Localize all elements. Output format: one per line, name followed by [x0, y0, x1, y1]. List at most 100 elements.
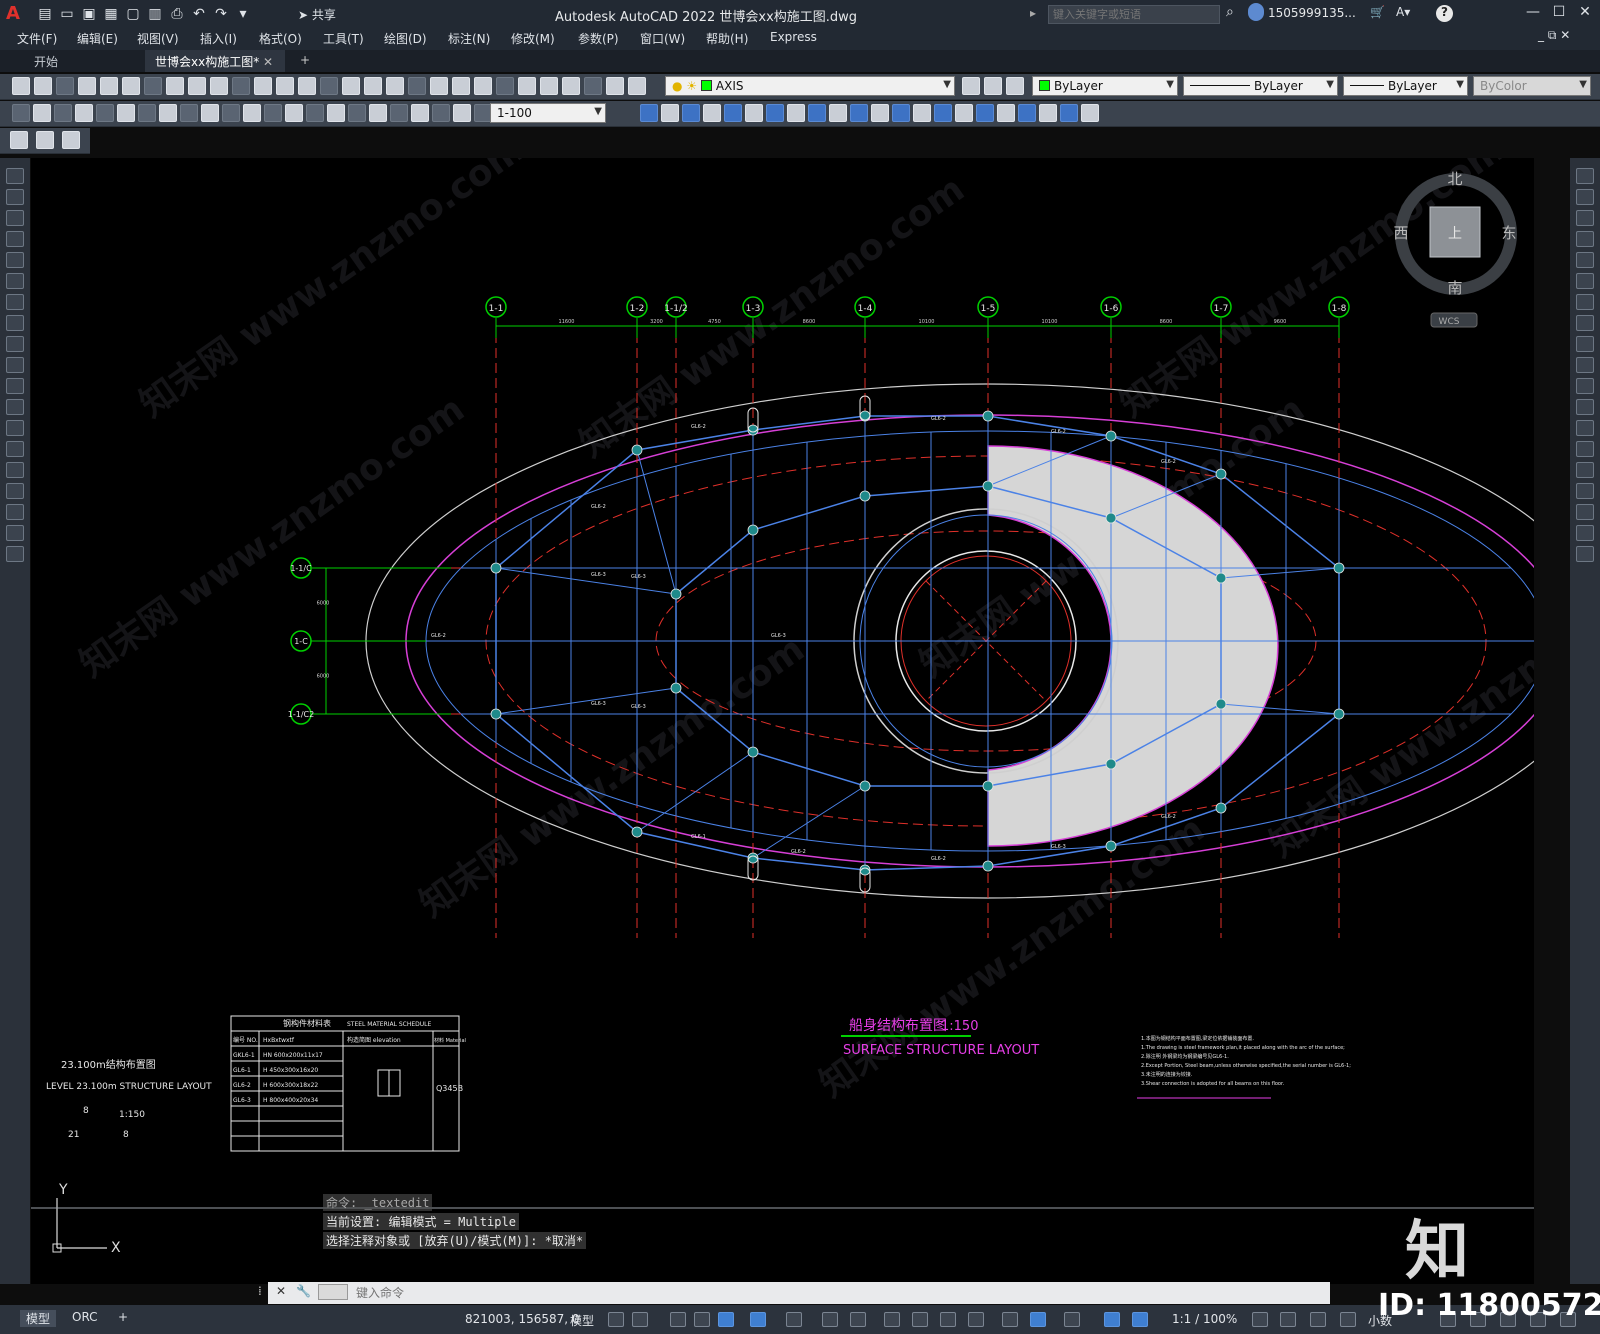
dimension-tool-icon-9[interactable]	[180, 104, 198, 122]
modify-side-tool-icon-7[interactable]	[1576, 294, 1594, 310]
modify-side-tool-icon-11[interactable]	[1576, 378, 1594, 394]
status-toggle-icon-6[interactable]	[750, 1312, 766, 1327]
plotstyle-dropdown[interactable]: ByColor ▼	[1473, 76, 1591, 96]
modify-tool-icon-7[interactable]	[766, 104, 784, 122]
status-toggle-icon-1[interactable]	[608, 1312, 624, 1327]
dimension-tool-icon-6[interactable]	[117, 104, 135, 122]
viewcube-south[interactable]: 南	[1447, 279, 1462, 297]
new-tab-button[interactable]: +	[290, 50, 320, 72]
standard-tool-icon-13[interactable]	[276, 77, 294, 95]
standard-tool-icon-16[interactable]	[342, 77, 360, 95]
draw-tool-icon-18[interactable]	[6, 525, 24, 541]
modify-tool-icon-5[interactable]	[724, 104, 742, 122]
help-icon[interactable]: ?	[1436, 5, 1453, 22]
standard-tool-icon-4[interactable]	[78, 77, 96, 95]
standard-tool-icon-10[interactable]	[210, 77, 228, 95]
status-toggle-icon-8[interactable]	[822, 1312, 838, 1327]
color-dropdown[interactable]: ByLayer ▼	[1032, 76, 1178, 96]
modify-tool-icon-18[interactable]	[997, 104, 1015, 122]
new-file-icon[interactable]: ▤	[36, 5, 54, 23]
modify-tool-icon-9[interactable]	[808, 104, 826, 122]
modify-tool-icon-12[interactable]	[871, 104, 889, 122]
status-toggle-icon-20[interactable]	[1280, 1312, 1296, 1327]
standard-tool-icon-19[interactable]	[408, 77, 426, 95]
modify-tool-icon-4[interactable]	[703, 104, 721, 122]
status-toggle-icon-16[interactable]	[1064, 1312, 1080, 1327]
modify-side-tool-icon-1[interactable]	[1576, 168, 1594, 184]
draw-tool-icon-2[interactable]	[6, 189, 24, 205]
modify-side-tool-icon-15[interactable]	[1576, 462, 1594, 478]
modify-side-tool-icon-12[interactable]	[1576, 399, 1594, 415]
status-toggle-icon-15[interactable]	[1030, 1312, 1046, 1327]
tab-layout-orc[interactable]: ORC	[66, 1310, 104, 1324]
standard-tool-icon-1[interactable]	[12, 77, 30, 95]
standard-tool-icon-8[interactable]	[166, 77, 184, 95]
draw-tool-icon-17[interactable]	[6, 504, 24, 520]
dimension-tool-icon-8[interactable]	[159, 104, 177, 122]
modify-side-tool-icon-4[interactable]	[1576, 231, 1594, 247]
draw-tool-icon-19[interactable]	[6, 546, 24, 562]
search-input[interactable]	[1048, 5, 1220, 24]
add-layout-button[interactable]: +	[112, 1310, 134, 1324]
draw-tool-icon-14[interactable]	[6, 441, 24, 457]
modify-side-tool-icon-19[interactable]	[1576, 546, 1594, 562]
modify-tool-icon-22[interactable]	[1081, 104, 1099, 122]
standard-tool-icon-11[interactable]	[232, 77, 250, 95]
menu-help[interactable]: 帮助(H)	[706, 30, 748, 47]
draw-tool-icon-8[interactable]	[6, 315, 24, 331]
modify-tool-icon-20[interactable]	[1039, 104, 1057, 122]
draw-tool-icon-15[interactable]	[6, 462, 24, 478]
modify-tool-icon-10[interactable]	[829, 104, 847, 122]
status-toggle-icon-11[interactable]	[912, 1312, 928, 1327]
standard-tool-icon-3[interactable]	[56, 77, 74, 95]
search-icon[interactable]: ⌕	[1226, 4, 1234, 20]
redo-icon[interactable]: ↷	[212, 5, 230, 23]
dimension-tool-icon-12[interactable]	[243, 104, 261, 122]
draw-tool-icon-10[interactable]	[6, 357, 24, 373]
dimension-tool-icon-11[interactable]	[222, 104, 240, 122]
print-icon[interactable]: ⎙	[168, 5, 186, 23]
layer-dropdown[interactable]: ● ☀ AXIS ▼	[665, 76, 955, 96]
lineweight-dropdown[interactable]: ByLayer ▼	[1343, 76, 1468, 96]
standard-tool-icon-12[interactable]	[254, 77, 272, 95]
status-toggle-icon-2[interactable]	[632, 1312, 648, 1327]
dimension-tool-icon-1[interactable]	[12, 104, 30, 122]
standard-tool-icon-20[interactable]	[430, 77, 448, 95]
standard-tool-icon-2[interactable]	[34, 77, 52, 95]
user-icon[interactable]	[1248, 3, 1264, 21]
draw-tool-icon-1[interactable]	[6, 168, 24, 184]
edit-text-icon[interactable]	[10, 131, 28, 149]
dimension-tool-icon-10[interactable]	[201, 104, 219, 122]
dimension-tool-icon-20[interactable]	[411, 104, 429, 122]
maximize-button[interactable]: ☐	[1548, 4, 1570, 24]
save-icon[interactable]: ▣	[80, 5, 98, 23]
modify-side-tool-icon-9[interactable]	[1576, 336, 1594, 352]
tab-start[interactable]: 开始	[24, 50, 68, 72]
dimension-tool-icon-5[interactable]	[96, 104, 114, 122]
status-toggle-icon-5[interactable]	[718, 1312, 734, 1327]
standard-tool-icon-26[interactable]	[562, 77, 580, 95]
draw-tool-icon-16[interactable]	[6, 483, 24, 499]
menu-view[interactable]: 视图(V)	[137, 30, 179, 47]
menu-parametric[interactable]: 参数(P)	[578, 30, 619, 47]
modify-side-tool-icon-13[interactable]	[1576, 420, 1594, 436]
modify-side-tool-icon-5[interactable]	[1576, 252, 1594, 268]
block-icon[interactable]	[62, 131, 80, 149]
standard-tool-icon-24[interactable]	[518, 77, 536, 95]
close-button[interactable]: ✕	[1574, 4, 1596, 24]
dimension-tool-icon-22[interactable]	[453, 104, 471, 122]
standard-tool-icon-28[interactable]	[606, 77, 624, 95]
modify-tool-icon-16[interactable]	[955, 104, 973, 122]
draw-tool-icon-12[interactable]	[6, 399, 24, 415]
modify-side-tool-icon-16[interactable]	[1576, 483, 1594, 499]
viewcube-west[interactable]: 西	[1393, 224, 1408, 242]
minimize-button[interactable]: —	[1522, 4, 1544, 24]
coordinates-readout[interactable]: 821003, 156587, 0	[465, 1312, 580, 1326]
modify-tool-icon-13[interactable]	[892, 104, 910, 122]
menu-edit[interactable]: 编辑(E)	[77, 30, 118, 47]
standard-tool-icon-18[interactable]	[386, 77, 404, 95]
undo-icon[interactable]: ↶	[190, 5, 208, 23]
standard-tool-icon-6[interactable]	[122, 77, 140, 95]
standard-tool-icon-17[interactable]	[364, 77, 382, 95]
draw-tool-icon-4[interactable]	[6, 231, 24, 247]
